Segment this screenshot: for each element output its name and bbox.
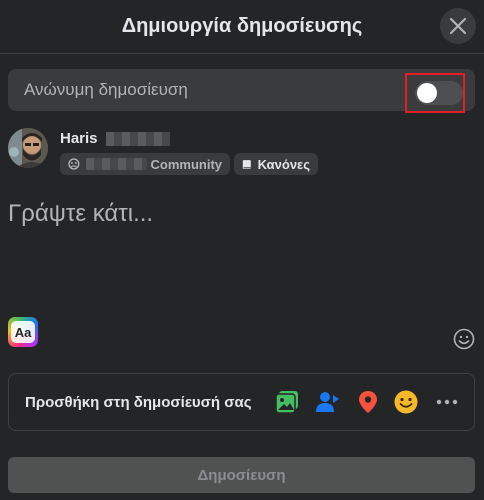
- toggle-knob: [417, 83, 437, 103]
- avatar[interactable]: [8, 128, 48, 168]
- dialog-header: Δημιουργία δημοσίευσης: [0, 0, 484, 54]
- tag-people-icon: [316, 392, 339, 412]
- location-button[interactable]: [355, 389, 381, 415]
- post-submit-button[interactable]: Δημοσίευση: [8, 457, 475, 493]
- feeling-icon: [394, 390, 418, 414]
- add-to-post-label: Προσθήκη στη δημοσίευσή σας: [25, 393, 252, 411]
- avatar-image: [8, 128, 48, 168]
- anonymous-post-label: Ανώνυμη δημοσίευση: [24, 80, 188, 99]
- redacted-surname: [105, 131, 170, 146]
- author-name-row: Haris: [60, 130, 170, 147]
- globe-people-icon: [68, 158, 80, 170]
- community-label: Community: [150, 156, 223, 172]
- author-name: Haris: [60, 130, 98, 147]
- tag-people-button[interactable]: [315, 389, 341, 415]
- more-icon: [436, 399, 458, 405]
- text-format-button[interactable]: Aa: [8, 317, 38, 347]
- redacted-group-name: [85, 158, 147, 170]
- photo-video-button[interactable]: [274, 389, 300, 415]
- close-button[interactable]: [440, 8, 476, 44]
- emoji-icon: [453, 328, 475, 350]
- text-format-icon: Aa: [11, 321, 35, 343]
- more-options-button[interactable]: [434, 389, 460, 415]
- photo-video-icon: [275, 391, 298, 414]
- rules-label: Κανόνες: [257, 156, 310, 172]
- anonymous-toggle[interactable]: [415, 81, 463, 105]
- rules-button[interactable]: Κανόνες: [234, 153, 318, 175]
- location-pin-icon: [359, 391, 377, 413]
- book-icon: [242, 159, 251, 169]
- feeling-activity-button[interactable]: [393, 389, 419, 415]
- close-icon: [449, 17, 467, 35]
- emoji-button[interactable]: [453, 328, 475, 350]
- community-audience-button[interactable]: Community: [60, 153, 230, 175]
- post-text-input[interactable]: Γράψτε κάτι...: [8, 200, 153, 228]
- dialog-title: Δημιουργία δημοσίευσης: [121, 15, 363, 37]
